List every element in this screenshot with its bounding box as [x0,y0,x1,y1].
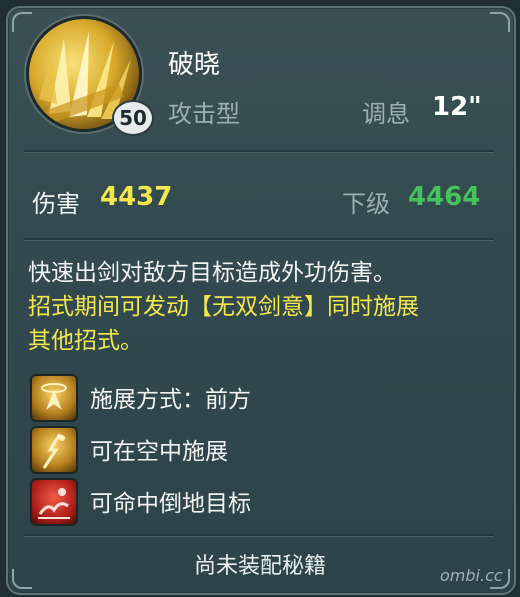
feature-knockdown-hit: 可命中倒地目标 [90,491,251,517]
skill-level-badge: 50 [112,100,154,136]
knockdown-hit-icon [30,478,78,526]
forward-cast-icon [30,374,78,422]
corner-ornament [490,12,510,32]
skill-special-description: 招式期间可发动【无双剑意】同时施展 其他招式。 [28,290,498,358]
skill-type: 攻击型 [168,100,240,128]
divider [24,238,494,241]
divider [24,150,494,153]
skill-description: 快速出剑对敌方目标造成外功伤害。 [28,260,396,286]
air-cast-icon [30,426,78,474]
feature-cast-direction: 施展方式：前方 [90,387,251,413]
next-level-damage-value: 4464 [408,182,481,212]
cooldown-label: 调息 [362,100,410,128]
divider [24,534,494,537]
feature-air-cast: 可在空中施展 [90,439,228,465]
damage-value: 4437 [100,182,173,212]
next-level-label: 下级 [342,190,390,218]
cooldown-value: 12" [432,92,482,122]
watermark: ombi.cc [440,566,503,585]
special-description-line: 其他招式。 [28,328,143,354]
special-description-line: 招式期间可发动【无双剑意】同时施展 [28,294,419,320]
skill-name: 破晓 [168,50,221,80]
damage-label: 伤害 [32,190,80,218]
